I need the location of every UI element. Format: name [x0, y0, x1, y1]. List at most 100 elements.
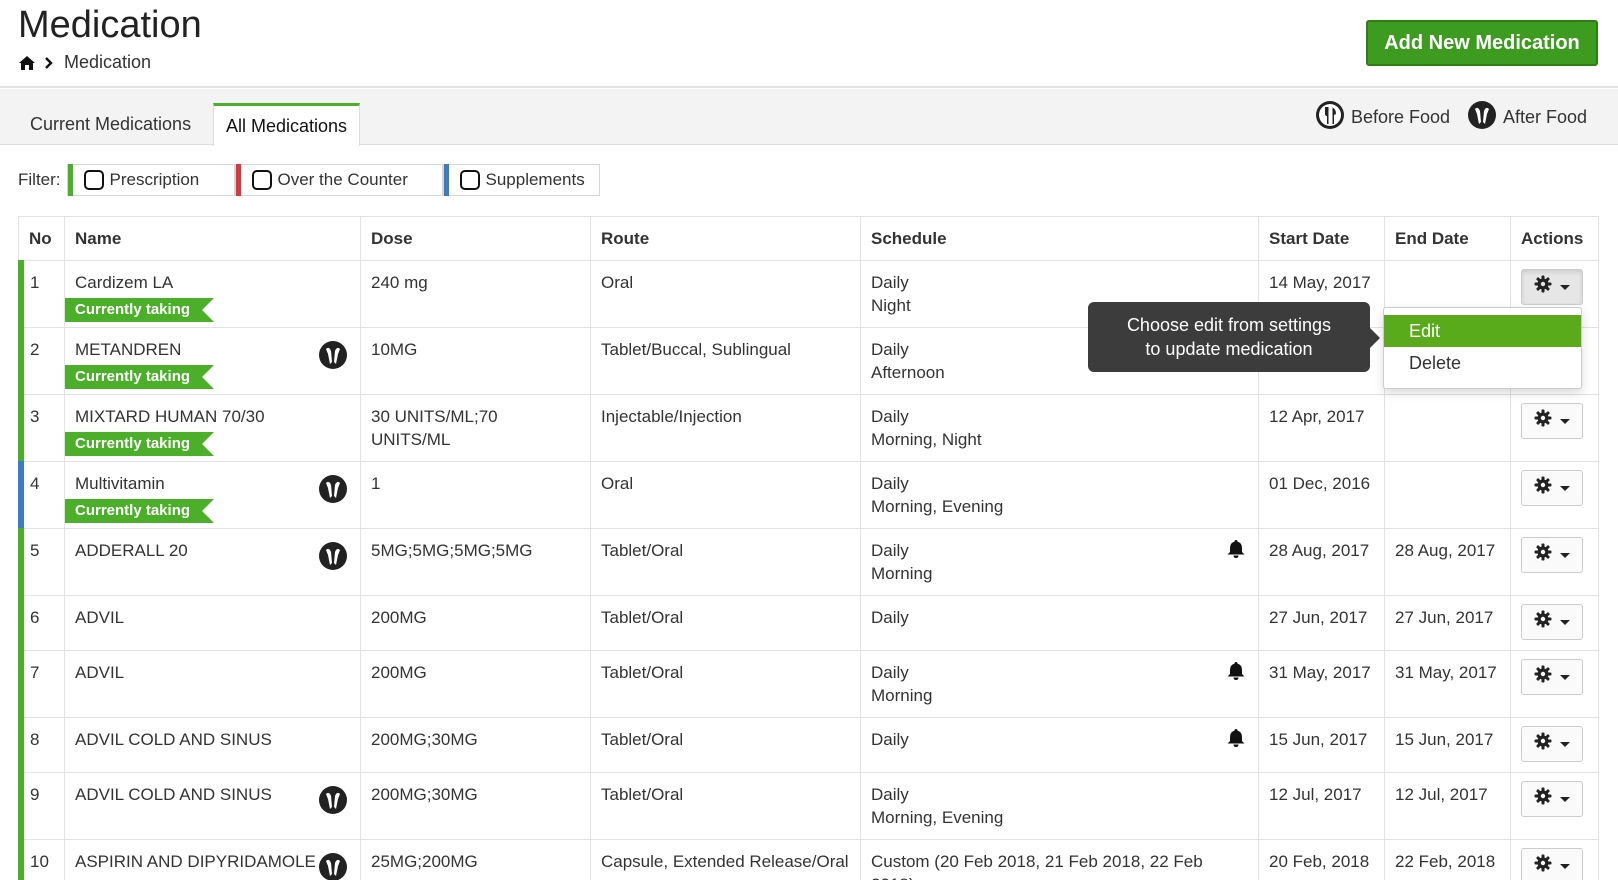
schedule-cell: Custom (20 Feb 2018, 21 Feb 2018, 22 Feb…: [860, 839, 1259, 880]
prescription-checkbox[interactable]: [83, 170, 104, 190]
dose-cell: 30 UNITS/ML;70 UNITS/ML: [360, 394, 591, 462]
dose-cell: 5MG;5MG;5MG;5MG: [360, 528, 591, 596]
row-number: 10: [30, 852, 49, 871]
table-row: 9 ADVIL COLD AND SINUS 200MG;30MG Tablet…: [18, 772, 1599, 840]
caret-down-icon: [1560, 552, 1570, 558]
schedule-time: Morning: [871, 686, 933, 705]
filter-over-the-counter[interactable]: Over the Counter: [234, 164, 443, 196]
start-date-cell: 15 Jun, 2017: [1258, 717, 1385, 773]
start-date-cell: 31 May, 2017: [1258, 650, 1385, 718]
after-food-icon: [318, 474, 348, 510]
after-food-icon: [318, 785, 348, 821]
breadcrumb-current: Medication: [64, 52, 152, 72]
end-date-cell: 31 May, 2017: [1384, 650, 1511, 718]
end-date-cell: [1384, 394, 1511, 462]
end-date-cell: [1384, 461, 1511, 529]
start-date-cell: 12 Apr, 2017: [1258, 394, 1385, 462]
supplements-checkbox[interactable]: [459, 170, 480, 190]
actions-cell: [1510, 839, 1599, 880]
schedule-cell: Daily: [860, 595, 1259, 651]
prescription-color-bar: [67, 164, 73, 196]
prescription-row-bar: [18, 717, 24, 773]
after-food-icon: [318, 340, 348, 376]
actions-cell: [1510, 394, 1599, 462]
row-number-cell: 1: [18, 260, 65, 328]
caret-down-icon: [1560, 796, 1570, 802]
schedule-frequency: Daily: [871, 608, 909, 627]
medication-name: ADVIL: [75, 608, 125, 627]
schedule-frequency: Daily: [871, 730, 909, 749]
name-cell: Cardizem LA Currently taking: [64, 260, 361, 328]
col-header-dose: Dose: [360, 216, 591, 261]
add-new-medication-button[interactable]: Add New Medication: [1366, 20, 1598, 66]
otc-checkbox[interactable]: [251, 170, 272, 190]
bell-icon: [1226, 728, 1246, 754]
row-settings-button[interactable]: [1521, 403, 1583, 439]
actions-cell: [1510, 528, 1599, 596]
otc-color-bar: [235, 164, 241, 196]
row-settings-button[interactable]: [1521, 470, 1583, 506]
dose-cell: 200MG;30MG: [360, 772, 591, 840]
row-settings-button[interactable]: [1521, 781, 1583, 817]
supplement-row-bar: [18, 461, 24, 529]
prescription-label: Prescription: [109, 170, 200, 189]
row-settings-button[interactable]: [1521, 848, 1583, 880]
otc-label: Over the Counter: [277, 170, 408, 189]
medication-name: ADVIL COLD AND SINUS: [75, 730, 272, 749]
row-number-cell: 9: [18, 772, 65, 840]
menu-item-edit[interactable]: Edit: [1384, 315, 1581, 347]
before-food-label: Before Food: [1351, 107, 1451, 127]
dose-cell: 200MG;30MG: [360, 717, 591, 773]
prescription-row-bar: [18, 839, 24, 880]
row-number: 4: [30, 474, 40, 493]
menu-item-delete[interactable]: Delete: [1384, 347, 1581, 379]
caret-down-icon: [1560, 485, 1570, 491]
schedule-frequency: Daily: [871, 785, 909, 804]
schedule-cell: Daily Morning: [860, 650, 1259, 718]
tab-all-medications[interactable]: All Medications: [213, 103, 361, 146]
route-cell: Tablet/Oral: [590, 650, 861, 718]
row-settings-button[interactable]: [1521, 659, 1583, 695]
home-icon[interactable]: [18, 55, 36, 71]
filter-supplements[interactable]: Supplements: [442, 164, 600, 196]
actions-cell: [1510, 595, 1599, 651]
end-date-cell: 22 Feb, 2018: [1384, 839, 1511, 880]
dose-cell: 10MG: [360, 327, 591, 395]
row-number: 2: [30, 340, 40, 359]
name-cell: ADVIL: [64, 650, 361, 718]
prescription-row-bar: [18, 327, 24, 395]
gear-icon: [1534, 275, 1552, 299]
currently-taking-badge: Currently taking: [65, 298, 214, 322]
row-number-cell: 6: [18, 595, 65, 651]
row-settings-button[interactable]: [1521, 269, 1583, 305]
medication-name: ADVIL COLD AND SINUS: [75, 785, 272, 804]
legend-before-food: Before Food: [1315, 100, 1450, 135]
filter-prescription[interactable]: Prescription: [66, 164, 235, 196]
schedule-time: Morning, Evening: [871, 808, 1004, 827]
name-cell: ADVIL COLD AND SINUS: [64, 772, 361, 840]
prescription-row-bar: [18, 260, 24, 328]
medication-name: ASPIRIN AND DIPYRIDAMOLE: [75, 852, 316, 871]
filter-label: Filter:: [18, 170, 61, 189]
after-food-icon: [318, 852, 348, 880]
schedule-cell: Daily: [860, 717, 1259, 773]
breadcrumb: Medication: [18, 52, 151, 73]
route-cell: Tablet/Oral: [590, 595, 861, 651]
schedule-time: Morning: [871, 564, 933, 583]
medication-name: MIXTARD HUMAN 70/30: [75, 407, 265, 426]
medication-name: ADDERALL 20: [75, 541, 188, 560]
medication-name: Multivitamin: [75, 474, 165, 493]
route-cell: Oral: [590, 260, 861, 328]
row-number: 8: [30, 730, 40, 749]
tab-current-medications[interactable]: Current Medications: [18, 103, 203, 145]
legend-after-food: After Food: [1467, 100, 1587, 135]
dose-cell: 25MG;200MG: [360, 839, 591, 880]
dose-cell: 1: [360, 461, 591, 529]
page-header: Medication Medication Add New Medication: [0, 0, 1618, 88]
schedule-cell: Daily Morning: [860, 528, 1259, 596]
row-settings-button[interactable]: [1521, 726, 1583, 762]
row-settings-button[interactable]: [1521, 604, 1583, 640]
row-settings-button[interactable]: [1521, 537, 1583, 573]
bell-icon: [1226, 661, 1246, 687]
gear-icon: [1534, 854, 1552, 878]
